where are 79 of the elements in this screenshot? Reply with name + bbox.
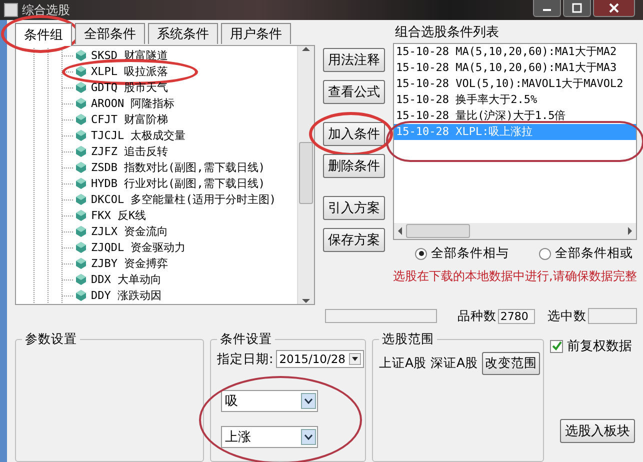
tree-item[interactable]: ZJQDL 资金驱动力 — [76, 240, 186, 255]
cube-icon — [76, 226, 86, 237]
cube-icon — [76, 162, 86, 173]
change-scope-button[interactable]: 改变范围 — [482, 352, 540, 375]
condition-list-item[interactable]: 15-10-28 换手率大于2.5% — [394, 92, 636, 108]
cube-icon — [76, 242, 86, 253]
tree-item[interactable]: ZSDB 指数对比(副图,需下载日线) — [76, 160, 265, 175]
maximize-icon[interactable] — [563, 0, 591, 17]
count-value: 2780 — [498, 308, 536, 324]
action-button[interactable]: 引入方案 — [323, 196, 385, 220]
tree-item[interactable]: CFJT 财富阶梯 — [76, 112, 168, 127]
group-title: 参数设置 — [24, 331, 78, 348]
radio-button[interactable]: 全部条件相或 — [539, 245, 633, 262]
tree-item[interactable]: ZJBY 资金搏弈 — [76, 256, 168, 271]
group-title: 条件设置 — [219, 331, 273, 348]
tab[interactable]: 用户条件 — [221, 23, 291, 44]
tree-item[interactable]: HYDB 行业对比(副图,需下载日线) — [76, 176, 265, 191]
combo-box[interactable]: 吸 — [221, 390, 318, 412]
tree-item[interactable]: DDX 大单动向 — [76, 272, 162, 287]
window-title: 综合选股 — [22, 2, 70, 18]
tab[interactable]: 全部条件 — [75, 23, 145, 44]
scroll-down-arrow-icon[interactable] — [302, 298, 310, 304]
radio-button[interactable]: 全部条件相与 — [415, 245, 509, 262]
tree-item[interactable]: DKCOL 多空能量柱(适用于分时主图) — [76, 192, 276, 207]
vertical-scrollbar[interactable] — [297, 46, 314, 304]
cube-icon — [76, 114, 86, 125]
add-to-block-button[interactable]: 选股入板块 — [560, 419, 635, 443]
condition-list-item[interactable]: 15-10-28 VOL(5,10):MAVOL1大于MAVOL2 — [394, 76, 636, 92]
window-app-icon — [4, 3, 18, 17]
cube-icon — [76, 50, 86, 61]
tab[interactable]: 条件组 — [15, 23, 72, 46]
count-label: 选中数 — [547, 308, 586, 324]
action-button[interactable]: 查看公式 — [323, 80, 385, 104]
checkmark-icon — [552, 341, 562, 351]
action-button[interactable]: 删除条件 — [323, 154, 385, 178]
cube-icon — [76, 98, 86, 109]
close-icon[interactable] — [593, 0, 635, 17]
tree-item[interactable]: DDY 涨跌动因 — [76, 288, 162, 303]
condition-list-item[interactable]: 15-10-28 MA(5,10,20,60):MA1大于MA2 — [394, 44, 636, 60]
market-scope-text: 上证A股 深证A股 — [379, 355, 478, 372]
tree-item[interactable]: FKX 反K线 — [76, 208, 146, 223]
scroll-left-arrow-icon[interactable] — [397, 227, 403, 235]
tree-item[interactable]: ZJFZ 追击反转 — [76, 144, 168, 159]
cube-icon — [76, 82, 86, 93]
cube-icon — [76, 290, 86, 301]
action-button[interactable]: 用法注释 — [323, 48, 385, 72]
condition-list-item[interactable]: 15-10-28 MA(5,10,20,60):MA1大于MA3 — [394, 60, 636, 76]
date-picker[interactable]: 2015/10/28 — [276, 350, 364, 368]
cube-icon — [76, 130, 86, 141]
condition-list-item[interactable]: 15-10-28 量比(沪深)大于1.5倍 — [394, 108, 636, 124]
action-button[interactable]: 保存方案 — [323, 228, 385, 252]
cube-icon — [76, 178, 86, 189]
group-title: 选股范围 — [381, 331, 435, 348]
date-label: 指定日期: — [217, 350, 274, 368]
cube-icon — [76, 274, 86, 285]
scroll-up-arrow-icon[interactable] — [302, 46, 310, 52]
selected-count-field — [588, 308, 637, 324]
scrollbar-thumb[interactable] — [299, 142, 313, 204]
scroll-right-arrow-icon[interactable] — [627, 227, 633, 235]
tab[interactable]: 系统条件 — [148, 23, 218, 44]
tree-item[interactable]: XLPL 吸拉派落 — [76, 64, 168, 79]
cube-icon — [76, 66, 86, 77]
cube-icon — [76, 146, 86, 157]
tree-item[interactable]: ZJLX 资金流向 — [76, 224, 168, 239]
scrollbar-thumb[interactable] — [406, 224, 470, 238]
combo-box[interactable]: 上涨 — [221, 426, 318, 448]
list-title: 组合选股条件列表 — [394, 24, 500, 42]
horizontal-scrollbar[interactable] — [394, 223, 636, 239]
cube-icon — [76, 258, 86, 269]
tree-item[interactable]: GDTQ 股市天气 — [76, 80, 168, 95]
count-label: 品种数 — [457, 308, 496, 324]
tree-item[interactable]: TJCJL 太极成交量 — [76, 128, 186, 143]
action-button[interactable]: 加入条件 — [323, 122, 385, 146]
tree-item[interactable]: AROON 阿隆指标 — [76, 96, 175, 111]
checkbox[interactable]: 前复权数据 — [550, 337, 632, 355]
minimize-icon[interactable] — [533, 0, 561, 17]
cube-icon — [76, 194, 86, 205]
cube-icon — [76, 210, 86, 221]
notice-text: 选股在下载的本地数据中进行,请确保数据完整 — [393, 268, 637, 285]
